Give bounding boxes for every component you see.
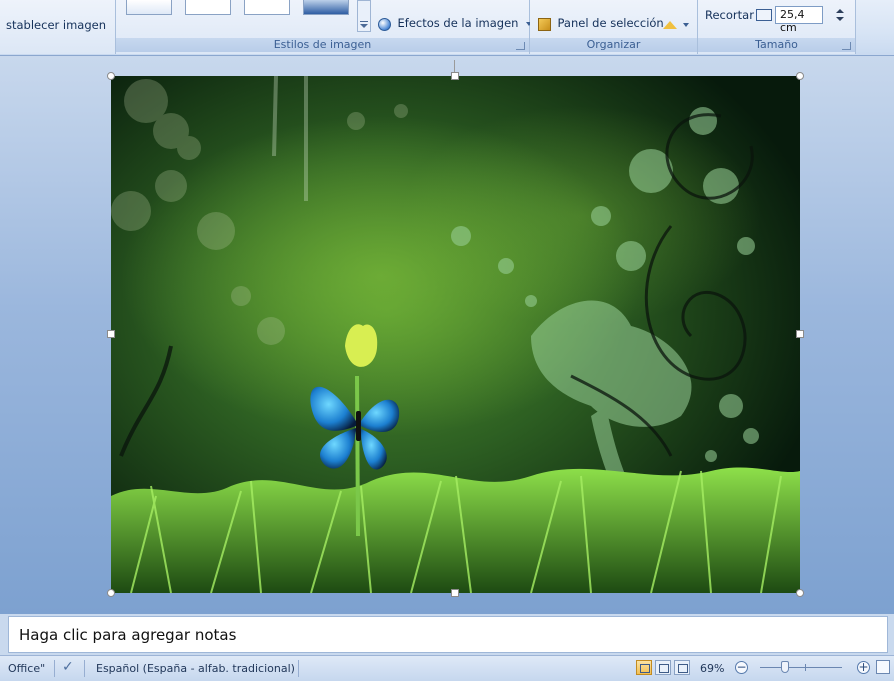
gallery-more-button[interactable] [357, 0, 371, 32]
group-size: Recortar 25,4 cm Tamaño [698, 0, 856, 54]
status-separator [298, 660, 299, 677]
dialog-launcher-icon[interactable] [842, 42, 851, 50]
zoom-slider-tick [805, 664, 806, 671]
normal-view-button[interactable] [636, 660, 652, 675]
ribbon: stablecer imagen Efectos de la imagen Es… [0, 0, 894, 56]
selection-pane-icon [538, 17, 551, 31]
dialog-launcher-icon[interactable] [516, 42, 525, 50]
group-label-image-styles: Estilos de imagen [116, 38, 529, 52]
selected-picture[interactable] [107, 60, 804, 597]
zoom-in-icon[interactable]: + [857, 661, 870, 674]
rotate-button[interactable] [663, 18, 689, 31]
notes-placeholder: Haga clic para agregar notas [19, 626, 237, 644]
resize-handle-left[interactable] [107, 330, 115, 338]
slide-picture[interactable] [111, 76, 800, 593]
group-label-size: Tamaño [698, 38, 855, 52]
zoom-level[interactable]: 69% [700, 662, 724, 675]
butterfly-wallpaper-picture [111, 76, 800, 593]
status-bar: Office" ✓ Español (España - alfab. tradi… [0, 655, 894, 681]
style-thumbnail-3[interactable] [244, 0, 290, 15]
resize-handle-top[interactable] [451, 72, 459, 80]
slide-show-icon [678, 664, 688, 673]
width-field[interactable]: 25,4 cm [775, 6, 823, 34]
style-thumbnail-1[interactable] [126, 0, 172, 15]
language-indicator[interactable]: Español (España - alfab. tradicional) [96, 662, 295, 675]
status-separator [84, 660, 85, 677]
resize-handle-right[interactable] [796, 330, 804, 338]
chevron-down-icon [682, 23, 689, 27]
resize-handle-top-right[interactable] [796, 72, 804, 80]
selection-pane-label: Panel de selección [557, 16, 664, 30]
width-spinner[interactable] [834, 6, 846, 24]
effects-icon [378, 17, 391, 31]
rotate-icon [663, 21, 677, 29]
group-adjust: stablecer imagen [0, 0, 116, 54]
selection-pane-button[interactable]: Panel de selección [538, 16, 664, 31]
group-label-arrange: Organizar [530, 38, 697, 52]
style-thumbnail-4[interactable] [303, 0, 349, 15]
theme-name: Office" [8, 662, 46, 675]
resize-handle-bottom-right[interactable] [796, 589, 804, 597]
fit-to-window-icon[interactable] [876, 660, 890, 674]
spin-down-icon [836, 17, 844, 21]
chevron-down-icon [360, 24, 368, 28]
slide-sorter-button[interactable] [655, 660, 671, 675]
normal-view-icon [640, 664, 650, 673]
group-image-styles: Efectos de la imagen Estilos de imagen [116, 0, 532, 54]
gallery-more-bar [360, 21, 368, 22]
slide-sorter-icon [659, 664, 669, 673]
resize-handle-bottom-left[interactable] [107, 589, 115, 597]
effects-label: Efectos de la imagen [397, 16, 519, 30]
zoom-out-icon[interactable]: − [735, 661, 748, 674]
zoom-slider-thumb[interactable] [780, 661, 789, 673]
spin-up-icon [836, 9, 844, 13]
slide-workspace [0, 56, 894, 614]
style-thumbnail-2[interactable] [185, 0, 231, 15]
reset-image-button[interactable]: stablecer imagen [6, 18, 106, 32]
notes-pane[interactable]: Haga clic para agregar notas [8, 616, 888, 653]
group-arrange: Panel de selección Organizar [530, 0, 698, 54]
status-separator [54, 660, 55, 677]
effects-button[interactable]: Efectos de la imagen [378, 16, 532, 31]
width-icon [756, 9, 772, 21]
zoom-slider-track[interactable] [760, 667, 842, 668]
resize-handle-bottom[interactable] [451, 589, 459, 597]
resize-handle-top-left[interactable] [107, 72, 115, 80]
crop-button[interactable]: Recortar [705, 8, 754, 22]
slide-show-button[interactable] [674, 660, 690, 675]
spelling-check-icon[interactable]: ✓ [62, 659, 74, 675]
